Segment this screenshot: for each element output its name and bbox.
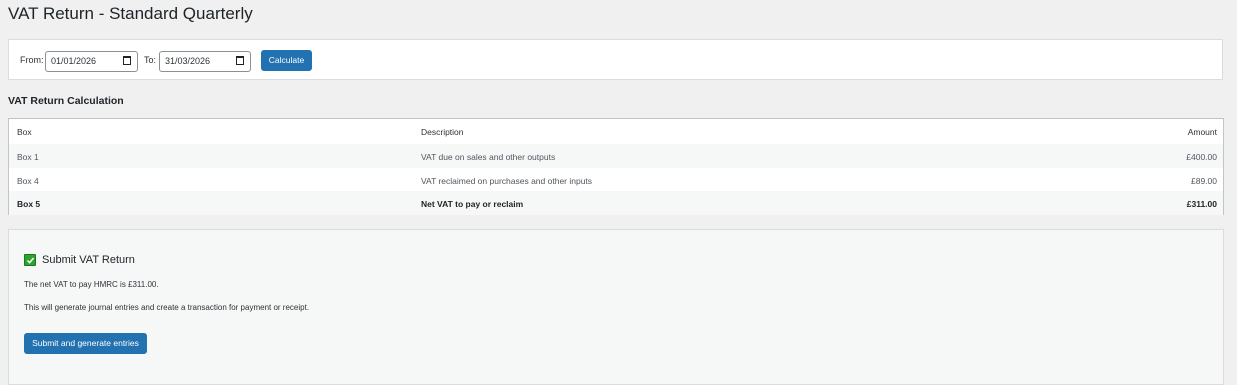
column-header-description: Description: [421, 127, 464, 137]
submit-generate-button[interactable]: Submit and generate entries: [24, 333, 147, 354]
date-filter-bar: From: 01/01/2026 To: 31/03/2026 Calculat…: [8, 39, 1223, 80]
check-mark-icon: [24, 254, 36, 266]
from-label: From:: [20, 55, 44, 65]
row-amount: £400.00: [1186, 152, 1217, 162]
table-row: Box 1 VAT due on sales and other outputs…: [9, 144, 1223, 168]
from-date-input[interactable]: 01/01/2026: [45, 51, 138, 72]
to-date-value: 31/03/2026: [165, 56, 211, 66]
to-label: To:: [144, 55, 157, 65]
calculate-button[interactable]: Calculate: [261, 50, 312, 71]
column-header-box: Box: [17, 127, 32, 137]
info-text: This will generate journal entries and c…: [24, 303, 310, 312]
to-date-input[interactable]: 31/03/2026: [159, 51, 251, 72]
column-header-amount: Amount: [1187, 127, 1217, 137]
row-box: Box 1: [17, 152, 39, 162]
row-description: Net VAT to pay or reclaim: [421, 199, 524, 209]
row-description: VAT due on sales and other outputs: [421, 152, 556, 162]
row-amount: £311.00: [1186, 199, 1217, 209]
table-row: Box 4 VAT reclaimed on purchases and oth…: [9, 168, 1223, 192]
row-box: Box 5: [17, 199, 41, 209]
table-header-row: Box Description Amount: [9, 119, 1223, 145]
row-amount: £89.00: [1191, 176, 1217, 186]
table-row-total: Box 5 Net VAT to pay or reclaim £311.00: [9, 191, 1223, 215]
row-description: VAT reclaimed on purchases and other inp…: [421, 176, 593, 186]
net-vat-text: The net VAT to pay HMRC is £311.00.: [24, 280, 159, 289]
submit-vat-panel: Submit VAT Return The net VAT to pay HMR…: [8, 229, 1224, 385]
row-box: Box 4: [17, 176, 39, 186]
section-heading: VAT Return Calculation: [8, 95, 124, 107]
submit-title: Submit VAT Return: [42, 254, 135, 266]
calendar-icon[interactable]: [123, 56, 131, 65]
page-title: VAT Return - Standard Quarterly: [8, 4, 253, 23]
vat-calculation-table: Box Description Amount Box 1 VAT due on …: [8, 118, 1224, 215]
calendar-icon[interactable]: [236, 56, 244, 65]
from-date-value: 01/01/2026: [51, 56, 97, 66]
